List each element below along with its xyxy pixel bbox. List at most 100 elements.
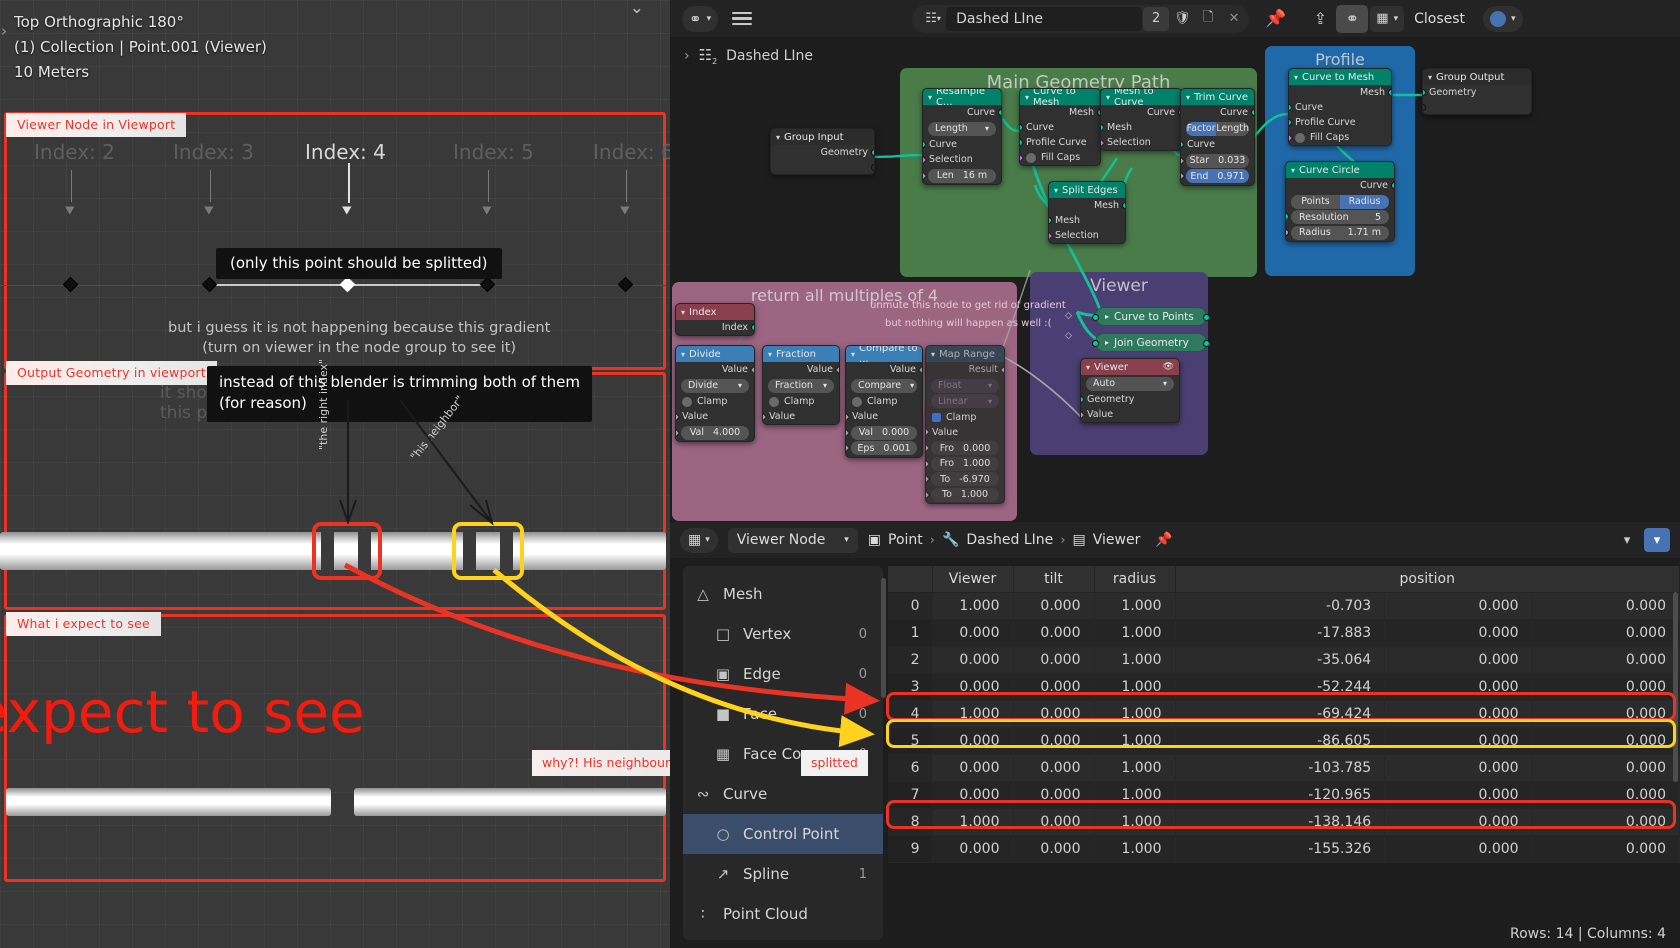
node-header-map-range[interactable]: ▾ Map Range (926, 346, 1004, 362)
divide-clamp-checkbox[interactable] (682, 396, 692, 407)
fill-caps-checkbox[interactable] (1026, 152, 1036, 163)
trim-mode-toggle[interactable]: Factor Length (1186, 121, 1249, 136)
col-header-viewer[interactable]: Viewer (932, 566, 1014, 593)
socket-fill-caps[interactable] (1020, 153, 1025, 162)
socket-row-curve[interactable]: Curve (1020, 120, 1100, 135)
socket-value-input[interactable] (763, 412, 768, 421)
socket-row-curve-out[interactable]: Curve (1181, 105, 1254, 120)
hamburger-icon[interactable] (732, 11, 753, 26)
socket-group-out[interactable] (1203, 340, 1210, 347)
node-header-fraction[interactable]: ▾ Fraction (763, 346, 839, 362)
socket-row-virtual[interactable] (1423, 100, 1531, 114)
socket-mesh-output[interactable] (1122, 202, 1125, 209)
socket-row-profile-curve[interactable]: Profile Curve (1020, 135, 1100, 150)
socket-row-selection[interactable]: Selection (1049, 228, 1125, 243)
chevron-down-icon[interactable]: ▾ (1186, 93, 1190, 102)
node-tree-name-field[interactable]: Dashed LIne (946, 6, 1143, 31)
fraction-clamp-checkbox[interactable] (769, 396, 779, 407)
node-group-join-geometry[interactable]: ▸ Join Geometry (1092, 333, 1210, 352)
chevron-down-icon[interactable]: ▾ (1294, 73, 1298, 82)
tree-row-mesh[interactable]: △ Mesh (683, 574, 883, 614)
table-row[interactable]: 4 1.000 0.000 1.000 -69.424 0.000 0.000 (888, 700, 1680, 728)
circle-radius-field[interactable]: Radius 1.71 m (1286, 225, 1389, 240)
resample-length-field[interactable]: Len 16 m (923, 168, 996, 183)
breadcrumb-object-label[interactable]: Point (888, 532, 923, 548)
socket-row-mesh-out[interactable]: Mesh (1289, 85, 1391, 100)
node-resample-curve[interactable]: ▾ Resample C... Curve Length ▾ Curve Sel… (922, 88, 1002, 185)
tree-row-control-point[interactable]: ○ Control Point (683, 814, 883, 854)
node-header-resample-curve[interactable]: ▾ Resample C... (923, 89, 1001, 108)
socket-fill-caps[interactable] (1289, 133, 1294, 142)
socket-row-fill-caps[interactable]: Fill Caps (1020, 150, 1100, 165)
pin-icon[interactable]: 📌 (1155, 532, 1172, 548)
node-header-viewer[interactable]: ▾ Viewer 👁 (1081, 359, 1179, 375)
socket-row-geometry[interactable]: Geometry (771, 145, 874, 160)
node-header-split-edges[interactable]: ▾ Split Edges (1049, 182, 1125, 198)
tree-row-edge[interactable]: ▣ Edge 0 (683, 654, 883, 694)
table-row[interactable]: 8 1.000 0.000 1.000 -138.146 0.000 0.000 (888, 808, 1680, 836)
socket-mesh-input[interactable] (1101, 124, 1104, 131)
socket-resolution[interactable] (1286, 213, 1289, 220)
socket-from-max[interactable] (926, 459, 931, 468)
socket-selection[interactable] (1101, 138, 1106, 147)
socket-geometry[interactable] (871, 149, 874, 156)
socket-row-curve[interactable]: Curve (1289, 100, 1391, 115)
socket-selection[interactable] (1049, 231, 1054, 240)
snap-magnet-icon[interactable]: ⚭ (1336, 4, 1369, 33)
divide-clamp-row[interactable]: Clamp (676, 394, 754, 409)
map-range-interpolation-dropdown[interactable]: Linear ▾ (931, 394, 999, 408)
socket-curve-output[interactable] (1251, 109, 1254, 116)
socket-profile-curve[interactable] (1020, 139, 1023, 146)
breadcrumb-modifier-label[interactable]: Dashed LIne (966, 532, 1053, 548)
socket-group-out[interactable] (1203, 314, 1210, 321)
socket-row-selection[interactable]: Selection (1101, 135, 1181, 150)
compare-clamp-row[interactable]: Clamp (846, 394, 922, 409)
trim-mode-length[interactable]: Length (1216, 122, 1249, 136)
socket-to-max[interactable] (926, 490, 931, 499)
socket-value[interactable] (1081, 410, 1086, 419)
node-index[interactable]: ▾ Index Index (675, 303, 755, 336)
socket-value-output[interactable] (917, 365, 922, 374)
socket-value-input[interactable] (676, 412, 681, 421)
node-trim-curve[interactable]: ▾ Trim Curve Curve Factor Length Curve S… (1180, 88, 1255, 186)
chevron-down-icon[interactable]: ▾ (681, 308, 685, 317)
compare-eps-field[interactable]: Eps 0.001 (846, 441, 917, 455)
node-group-curve-to-points[interactable]: ▸ Curve to Points (1092, 307, 1210, 326)
eye-icon[interactable]: 👁 (1163, 362, 1174, 372)
socket-row-virtual[interactable] (771, 160, 874, 174)
trim-start-field[interactable]: Star 0.033 (1181, 153, 1249, 168)
chevron-down-icon[interactable]: ▾ (681, 350, 685, 359)
chevron-down-icon[interactable]: ▾ (768, 350, 772, 359)
socket-row-value-out[interactable]: Value (763, 362, 839, 377)
node-header-mesh-to-curve[interactable]: ▾ Mesh to Curve (1101, 89, 1181, 108)
tree-row-spline[interactable]: ↗ Spline 1 (683, 854, 883, 894)
chevron-right-icon[interactable]: ▸ (1105, 312, 1109, 321)
chevron-right-icon[interactable]: › (684, 48, 690, 64)
trim-end-field[interactable]: End 0.971 (1181, 169, 1249, 183)
node-header-group-output[interactable]: ▾ Group Output (1423, 69, 1531, 85)
tree-row-point-cloud[interactable]: ∶ Point Cloud (683, 894, 883, 934)
node-group-output[interactable]: ▾ Group Output Geometry (1422, 68, 1532, 115)
socket-geometry[interactable] (1423, 89, 1426, 96)
socket-row-geometry[interactable]: Geometry (1423, 85, 1531, 100)
chevron-down-icon[interactable]: ▾ (1106, 93, 1110, 102)
socket-value-output[interactable] (834, 365, 839, 374)
tree-row-curve[interactable]: ∾ Curve (683, 774, 883, 814)
socket-row-fill-caps[interactable]: Fill Caps (1289, 130, 1391, 145)
filter-active-icon[interactable]: ▾ (1644, 528, 1670, 552)
map-range-row-3[interactable]: To 1.000 (926, 487, 999, 502)
table-scrollbar[interactable] (1673, 592, 1678, 782)
socket-value-input[interactable] (846, 412, 851, 421)
dataset-source-dropdown[interactable]: Viewer Node ▾ (727, 527, 858, 553)
chevron-down-icon[interactable]: ▾ (1054, 186, 1058, 195)
map-range-row-2[interactable]: To -6.970 (926, 472, 999, 486)
table-row[interactable]: 6 0.000 0.000 1.000 -103.785 0.000 0.000 (888, 754, 1680, 782)
chevron-right-icon[interactable]: ▸ (1105, 338, 1109, 347)
tree-scrollbar[interactable] (881, 578, 886, 698)
node-tree-datablock[interactable]: ☷ ▾ Dashed LIne 2 🛡 🗋 ✕ (912, 4, 1250, 33)
pin-icon[interactable]: 📌 (1259, 9, 1292, 29)
compare-val-field[interactable]: Val 0.000 (846, 425, 917, 440)
filter-icon[interactable]: ▾ (1614, 528, 1640, 552)
node-group-input[interactable]: ▾ Group Input Geometry (770, 128, 875, 175)
socket-row-mesh-in[interactable]: Mesh (1101, 120, 1181, 135)
